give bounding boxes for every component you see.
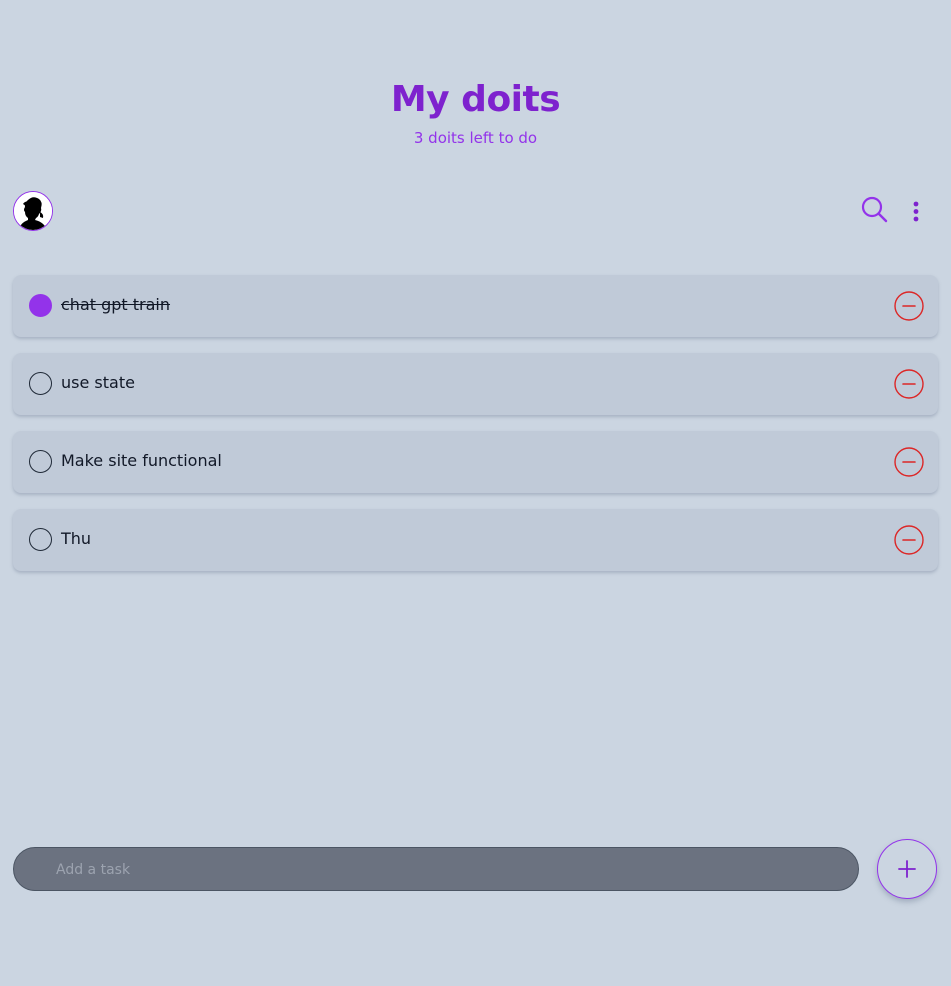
toolbar: [13, 191, 938, 232]
plus-icon: [898, 860, 916, 878]
remove-task-button[interactable]: [894, 447, 924, 477]
task-label: Make site functional: [61, 451, 222, 470]
search-icon: [861, 196, 888, 223]
page-header: My doits 3 doits left to do: [0, 78, 951, 148]
task-item: Thu: [13, 509, 938, 571]
task-checkbox[interactable]: [29, 450, 52, 473]
add-task-input[interactable]: [54, 848, 838, 892]
remove-task-button[interactable]: [894, 291, 924, 321]
minus-circle-icon: [894, 525, 924, 555]
add-task-button[interactable]: [877, 839, 937, 899]
task-label: chat gpt train: [61, 295, 171, 314]
minus-circle-icon: [894, 447, 924, 477]
search-button[interactable]: [860, 195, 890, 225]
task-item: Make site functional: [13, 431, 938, 493]
task-checkbox-checked[interactable]: [29, 294, 52, 317]
more-menu-button[interactable]: [908, 197, 924, 227]
remaining-count: 3 doits left to do: [413, 129, 538, 147]
remove-task-button[interactable]: [894, 525, 924, 555]
more-vertical-icon: [913, 201, 919, 222]
task-list: chat gpt train use state Make site funct…: [13, 275, 938, 587]
task-checkbox[interactable]: [29, 528, 52, 551]
add-task-bar: [13, 847, 859, 892]
task-checkbox[interactable]: [29, 372, 52, 395]
task-label: use state: [61, 373, 135, 392]
remove-task-button[interactable]: [894, 369, 924, 399]
page-title: My doits: [390, 79, 561, 120]
app-root: My doits 3 doits left to do chat gpt tra…: [0, 0, 951, 986]
avatar[interactable]: [13, 191, 53, 231]
task-item: chat gpt train: [13, 275, 938, 337]
task-item: use state: [13, 353, 938, 415]
task-label: Thu: [61, 529, 92, 548]
minus-circle-icon: [894, 291, 924, 321]
user-avatar-icon: [14, 192, 52, 230]
minus-circle-icon: [894, 369, 924, 399]
